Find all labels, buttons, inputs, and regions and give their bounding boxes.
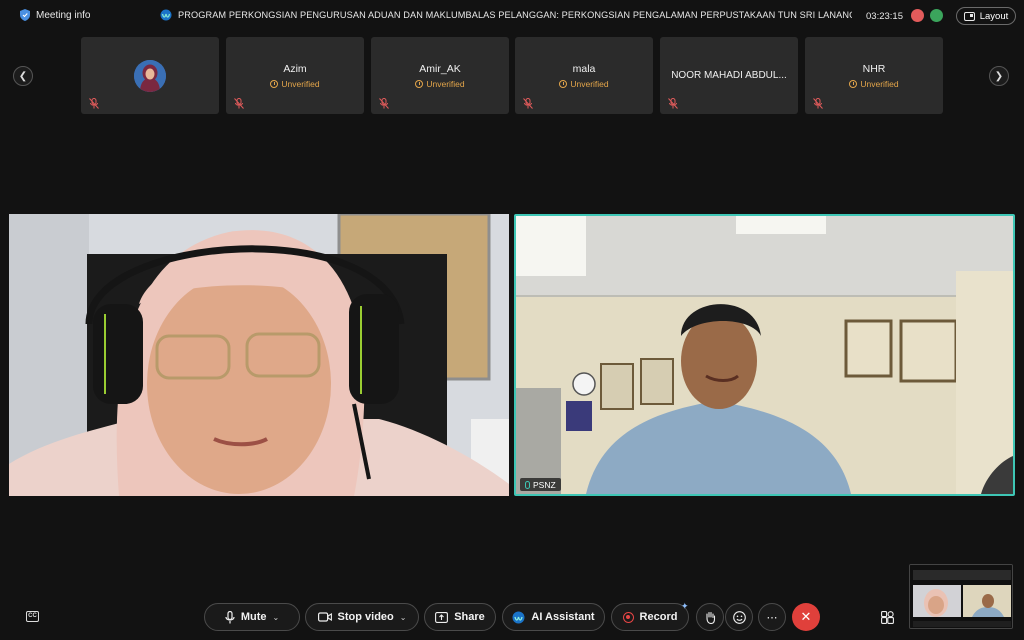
participant-name: mala xyxy=(572,63,596,75)
closed-captions-button[interactable]: CC xyxy=(26,611,39,622)
participant-video-right[interactable]: PSNZ xyxy=(514,214,1015,496)
sparkle-icon: ✦ xyxy=(681,601,689,611)
layout-label: Layout xyxy=(979,10,1009,22)
shield-icon xyxy=(20,9,30,21)
share-button[interactable]: Share xyxy=(424,603,496,631)
meeting-title-area: PROGRAM PERKONGSIAN PENGURUSAN ADUAN DAN… xyxy=(160,9,852,21)
meeting-info-button[interactable]: Meeting info xyxy=(20,9,90,21)
closed-captions-icon: CC xyxy=(28,613,37,619)
clock-icon xyxy=(849,80,858,88)
avatar-image xyxy=(134,60,166,92)
mic-muted-icon xyxy=(813,98,823,109)
clock-icon xyxy=(270,80,279,88)
ai-assistant-button[interactable]: AI Assistant xyxy=(502,603,605,631)
stop-video-label: Stop video xyxy=(337,611,394,623)
mute-label: Mute xyxy=(240,611,267,623)
unverified-badge: Unverified xyxy=(371,79,509,89)
participant-tile[interactable]: NOOR MAHADI ABDUL... xyxy=(660,37,798,114)
avatar xyxy=(134,60,166,92)
unverified-label: Unverified xyxy=(281,79,320,89)
record-button[interactable]: Record xyxy=(611,603,689,631)
participant-tile[interactable]: mala Unverified xyxy=(515,37,653,114)
apps-icon[interactable] xyxy=(881,611,894,624)
mic-muted-icon xyxy=(379,98,389,109)
strip-previous-button[interactable]: ❮ xyxy=(13,66,33,86)
participant-name: NHR xyxy=(862,63,886,75)
webex-logo-icon xyxy=(160,9,172,21)
participant-tile[interactable] xyxy=(81,37,219,114)
strip-next-button[interactable]: ❯ xyxy=(989,66,1009,86)
self-view-thumbnail[interactable] xyxy=(909,564,1013,629)
leave-meeting-button[interactable]: ✕ xyxy=(792,603,820,631)
participant-tile[interactable]: Azim Unverified xyxy=(226,37,364,114)
raise-hand-icon xyxy=(705,611,715,624)
video-feed-image xyxy=(516,216,1013,494)
reactions-button[interactable] xyxy=(725,603,753,631)
clock-icon xyxy=(415,80,424,88)
record-icon xyxy=(622,611,634,623)
participant-name: NOOR MAHADI ABDUL... xyxy=(671,70,787,81)
mic-muted-icon xyxy=(668,98,678,109)
participant-tile[interactable]: NHR Unverified xyxy=(805,37,943,114)
record-label: Record xyxy=(639,611,678,623)
more-options-button[interactable]: ⋯ xyxy=(758,603,786,631)
smiley-icon xyxy=(732,610,746,624)
unverified-label: Unverified xyxy=(570,79,609,89)
participant-video-left[interactable] xyxy=(9,214,509,496)
meeting-info-label: Meeting info xyxy=(36,9,91,21)
layout-button[interactable]: Layout xyxy=(956,7,1016,25)
layout-icon xyxy=(963,11,975,21)
unverified-badge: Unverified xyxy=(226,79,364,89)
more-icon: ⋯ xyxy=(766,611,778,624)
ai-assistant-label: AI Assistant xyxy=(531,611,595,623)
self-view-image xyxy=(910,565,1012,628)
recording-status-icon xyxy=(911,9,924,22)
video-camera-icon xyxy=(317,612,332,622)
unverified-label: Unverified xyxy=(426,79,465,89)
mic-muted-icon xyxy=(89,98,99,109)
close-icon: ✕ xyxy=(800,609,812,624)
chevron-down-icon[interactable]: ⌄ xyxy=(400,613,407,622)
share-label: Share xyxy=(454,611,485,623)
microphone-icon xyxy=(225,610,235,623)
mic-icon xyxy=(525,480,530,489)
meeting-title: PROGRAM PERKONGSIAN PENGURUSAN ADUAN DAN… xyxy=(178,10,852,20)
share-screen-icon xyxy=(435,611,449,623)
chevron-right-icon: ❯ xyxy=(994,70,1004,82)
raise-hand-button[interactable] xyxy=(696,603,724,631)
connection-status-icon xyxy=(930,9,943,22)
participant-name-tag: PSNZ xyxy=(520,478,561,491)
participant-name: Amir_AK xyxy=(419,63,461,75)
unverified-label: Unverified xyxy=(860,79,899,89)
video-feed-image xyxy=(9,214,509,496)
participant-name-label: PSNZ xyxy=(533,479,556,490)
clock-icon xyxy=(559,80,568,88)
meeting-window: Meeting info PROGRAM PERKONGSIAN PENGURU… xyxy=(0,0,1024,640)
chevron-down-icon[interactable]: ⌄ xyxy=(272,613,279,622)
participant-name: Azim xyxy=(283,63,307,75)
participant-tile[interactable]: Amir_AK Unverified xyxy=(371,37,509,114)
top-bar: Meeting info PROGRAM PERKONGSIAN PENGURU… xyxy=(0,0,1024,32)
unverified-badge: Unverified xyxy=(805,79,943,89)
meeting-timer: 03:23:15 xyxy=(866,11,903,22)
ai-assistant-icon xyxy=(512,611,525,623)
chevron-left-icon: ❮ xyxy=(18,70,28,82)
unverified-badge: Unverified xyxy=(515,79,653,89)
stop-video-button[interactable]: Stop video ⌄ xyxy=(305,603,419,631)
mic-muted-icon xyxy=(234,98,244,109)
mute-button[interactable]: Mute ⌄ xyxy=(204,603,300,631)
mic-muted-icon xyxy=(523,98,533,109)
